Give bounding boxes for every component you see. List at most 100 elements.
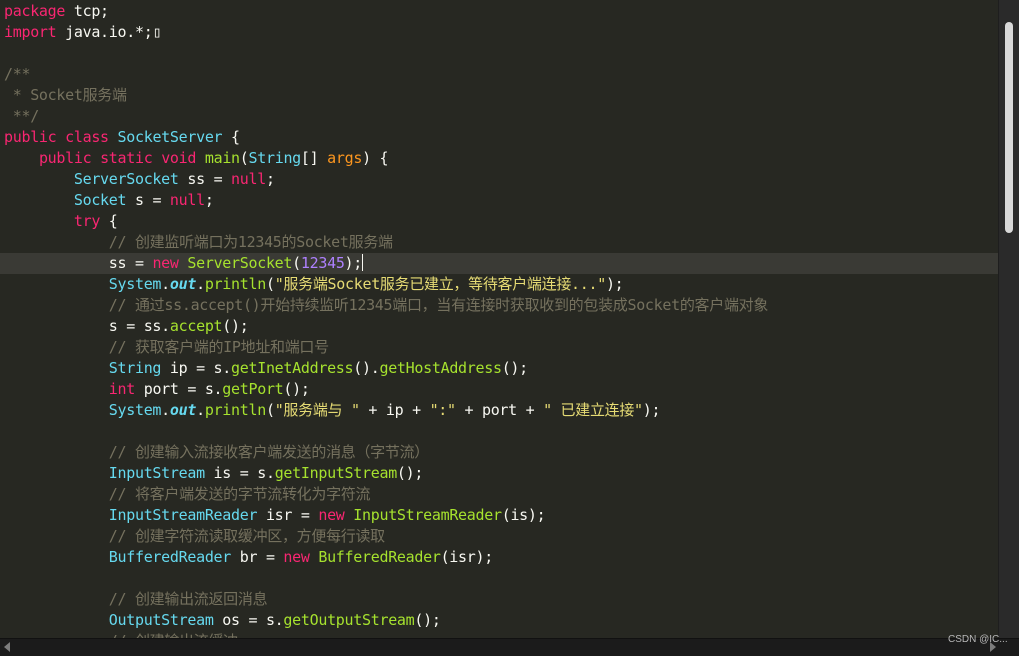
code-token-kw: void xyxy=(161,149,197,167)
code-token-kw: int xyxy=(108,380,136,398)
code-line[interactable]: public class SocketServer { xyxy=(0,127,998,148)
code-token-plain: ss = xyxy=(4,254,153,272)
code-line[interactable]: String ip = s.getInetAddress().getHostAd… xyxy=(0,358,998,379)
code-line[interactable]: Socket s = null; xyxy=(0,190,998,211)
code-token-type: OutputStream xyxy=(108,611,214,629)
vertical-scrollbar[interactable] xyxy=(998,0,1019,638)
code-line[interactable]: s = ss.accept(); xyxy=(0,316,998,337)
code-line[interactable]: **/ xyxy=(0,106,998,127)
code-line[interactable]: // 创建输入流接收客户端发送的消息（字节流） xyxy=(0,442,998,463)
code-token-plain: ip = s. xyxy=(161,359,232,377)
code-line[interactable]: OutputStream os = s.getOutputStream(); xyxy=(0,610,998,631)
code-area[interactable]: package tcp; import java.io.*;▯ /** * Soc… xyxy=(0,1,998,639)
code-token-kw: package xyxy=(4,2,66,20)
code-line[interactable] xyxy=(0,568,998,589)
code-token-type: System xyxy=(108,275,162,293)
code-line[interactable]: // 将客户端发送的字节流转化为字符流 xyxy=(0,484,998,505)
scroll-left-arrow-icon[interactable] xyxy=(4,642,10,652)
code-line[interactable]: // 创建输出流返回消息 xyxy=(0,589,998,610)
code-token-kw: public xyxy=(4,128,57,146)
code-token-plain: java.io.*; xyxy=(56,23,153,41)
code-token-cm: // 创建监听端口为12345的Socket服务端 xyxy=(108,233,393,251)
code-editor[interactable]: package tcp; import java.io.*;▯ /** * Soc… xyxy=(0,0,1019,656)
code-token-plain: (); xyxy=(222,317,249,335)
code-line[interactable]: System.out.println("服务端与 " + ip + ":" + … xyxy=(0,400,998,421)
code-line[interactable]: BufferedReader br = new BufferedReader(i… xyxy=(0,547,998,568)
code-line[interactable]: package tcp; xyxy=(0,1,998,22)
code-line[interactable]: * Socket服务端 xyxy=(0,85,998,106)
code-token-cm: /** xyxy=(4,65,31,83)
text-cursor xyxy=(362,254,364,271)
code-token-kw: static xyxy=(100,149,153,167)
code-line[interactable]: /** xyxy=(0,64,998,85)
code-token-type: InputStream xyxy=(108,464,205,482)
horizontal-scrollbar[interactable] xyxy=(0,638,1019,656)
code-token-kw: null xyxy=(169,191,205,209)
code-token-cm: // 创建输入流接收客户端发送的消息（字节流） xyxy=(108,443,430,461)
code-token-plain: (). xyxy=(353,359,380,377)
code-line[interactable]: public static void main(String[] args) { xyxy=(0,148,998,169)
code-token-plain: { xyxy=(222,128,240,146)
code-token-str: "服务端与 " xyxy=(274,401,360,419)
code-token-plain: br = xyxy=(231,548,284,566)
code-token-plain: [] xyxy=(300,149,328,167)
code-token-cm: * Socket服务端 xyxy=(4,86,127,104)
code-token-plain: ; xyxy=(204,191,214,209)
code-line[interactable]: import java.io.*;▯ xyxy=(0,22,998,43)
code-token-plain: (isr); xyxy=(440,548,494,566)
code-token-cm: // 获取客户端的IP地址和端口号 xyxy=(108,338,329,356)
code-token-type: BufferedReader xyxy=(108,548,232,566)
code-token-plain: (); xyxy=(396,464,424,482)
code-token-plain: os = s. xyxy=(213,611,284,629)
code-token-kw: try xyxy=(73,212,101,230)
code-token-plain: is = s. xyxy=(204,464,275,482)
code-line[interactable]: int port = s.getPort(); xyxy=(0,379,998,400)
code-line[interactable]: System.out.println("服务端Socket服务已建立，等待客户端… xyxy=(0,274,998,295)
code-line[interactable]: // 创建监听端口为12345的Socket服务端 xyxy=(0,232,998,253)
code-line[interactable]: // 创建字符流读取缓冲区，方便每行读取 xyxy=(0,526,998,547)
code-line[interactable]: // 通过ss.accept()开始持续监听12345端口，当有连接时获取收到的… xyxy=(0,295,998,316)
code-token-plain: . xyxy=(161,275,170,293)
code-line-current[interactable]: ss = new ServerSocket(12345); xyxy=(0,253,998,274)
code-line[interactable]: ServerSocket ss = null; xyxy=(0,169,998,190)
code-token-fn: BufferedReader xyxy=(318,548,441,566)
code-line[interactable]: try { xyxy=(0,211,998,232)
code-token-kw: new xyxy=(152,254,179,272)
code-token-fn: getOutputStream xyxy=(283,611,415,629)
code-token-param: args xyxy=(327,149,363,167)
code-token-static: out xyxy=(169,401,197,419)
vertical-scrollbar-thumb[interactable] xyxy=(1005,22,1013,233)
code-token-plain: . xyxy=(161,401,170,419)
code-token-kw: new xyxy=(318,506,345,524)
code-token-fn: println xyxy=(204,401,266,419)
code-token-cm: // 通过ss.accept()开始持续监听12345端口，当有连接时获取收到的… xyxy=(108,296,769,314)
code-token-fn: println xyxy=(204,275,266,293)
code-token-plain: ) { xyxy=(362,149,389,167)
code-token-cm: **/ xyxy=(4,107,40,125)
code-token-kw: public xyxy=(38,149,92,167)
code-line[interactable]: // 获取客户端的IP地址和端口号 xyxy=(0,337,998,358)
code-token-cm: // 创建字符流读取缓冲区，方便每行读取 xyxy=(108,527,385,545)
code-line[interactable] xyxy=(0,421,998,442)
code-token-plain: ( xyxy=(265,275,275,293)
code-line[interactable]: InputStreamReader isr = new InputStreamR… xyxy=(0,505,998,526)
code-line[interactable]: InputStream is = s.getInputStream(); xyxy=(0,463,998,484)
code-token-static: out xyxy=(169,275,197,293)
code-token-plain: { xyxy=(100,212,118,230)
code-token-fn: InputStreamReader xyxy=(353,506,502,524)
code-line[interactable] xyxy=(0,43,998,64)
code-token-kw: import xyxy=(4,23,57,41)
